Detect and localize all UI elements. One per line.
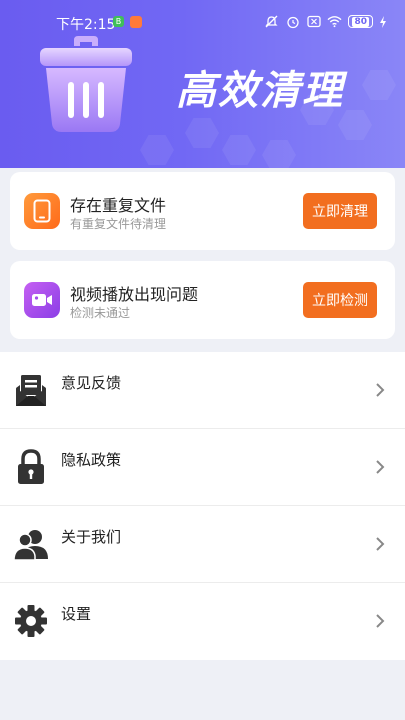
battery-level: 80 (352, 16, 369, 27)
hexagon-decoration (262, 140, 296, 168)
menu-item-label: 隐私政策 (61, 451, 122, 469)
feedback-mail-icon (16, 375, 46, 406)
card-subtitle: 有重复文件待清理 (70, 217, 167, 231)
battery-icon: 80 (348, 15, 373, 28)
app-notification-icon: B (113, 16, 124, 27)
phone-icon (24, 193, 60, 229)
wifi-icon (327, 15, 342, 28)
status-time: 下午2:15 (56, 17, 116, 33)
menu-item-label: 意见反馈 (61, 374, 122, 392)
check-now-button[interactable]: 立即检测 (303, 282, 377, 318)
users-icon (14, 530, 48, 561)
menu-item-label: 关于我们 (61, 528, 122, 546)
hexagon-decoration (362, 70, 396, 100)
hexagon-decoration (185, 118, 219, 148)
page-title: 高效清理 (176, 68, 344, 114)
status-bar: 下午2:15 B 80 (0, 0, 405, 40)
settings-menu: 意见反馈 隐私政策 关于我们 设置 (0, 352, 405, 660)
lock-icon (18, 449, 44, 484)
mute-icon (264, 15, 279, 28)
header-banner: 下午2:15 B 80 高效清理 (0, 0, 405, 168)
clean-now-button[interactable]: 立即清理 (303, 193, 377, 229)
menu-item-privacy[interactable]: 隐私政策 (0, 429, 405, 506)
menu-item-label: 设置 (61, 605, 92, 623)
app-notification-icon (130, 16, 142, 28)
sim-off-icon (306, 15, 321, 28)
video-icon (24, 282, 60, 318)
menu-item-settings[interactable]: 设置 (0, 583, 405, 660)
chevron-right-icon (376, 614, 385, 628)
hexagon-decoration (140, 135, 174, 165)
gear-icon (15, 605, 47, 637)
duplicate-files-card: 存在重复文件 有重复文件待清理 立即清理 (10, 172, 395, 250)
chevron-right-icon (376, 460, 385, 474)
video-issue-card: 视频播放出现问题 检测未通过 立即检测 (10, 261, 395, 339)
trash-icon (40, 36, 132, 132)
chevron-right-icon (376, 537, 385, 551)
card-subtitle: 检测未通过 (70, 306, 131, 320)
menu-item-about[interactable]: 关于我们 (0, 506, 405, 583)
charging-icon (380, 15, 386, 28)
card-title: 视频播放出现问题 (70, 285, 199, 304)
hexagon-decoration (222, 135, 256, 165)
card-title: 存在重复文件 (70, 196, 167, 215)
chevron-right-icon (376, 383, 385, 397)
status-icons: 80 (264, 15, 387, 28)
menu-item-feedback[interactable]: 意见反馈 (0, 352, 405, 429)
alarm-icon (285, 15, 300, 28)
